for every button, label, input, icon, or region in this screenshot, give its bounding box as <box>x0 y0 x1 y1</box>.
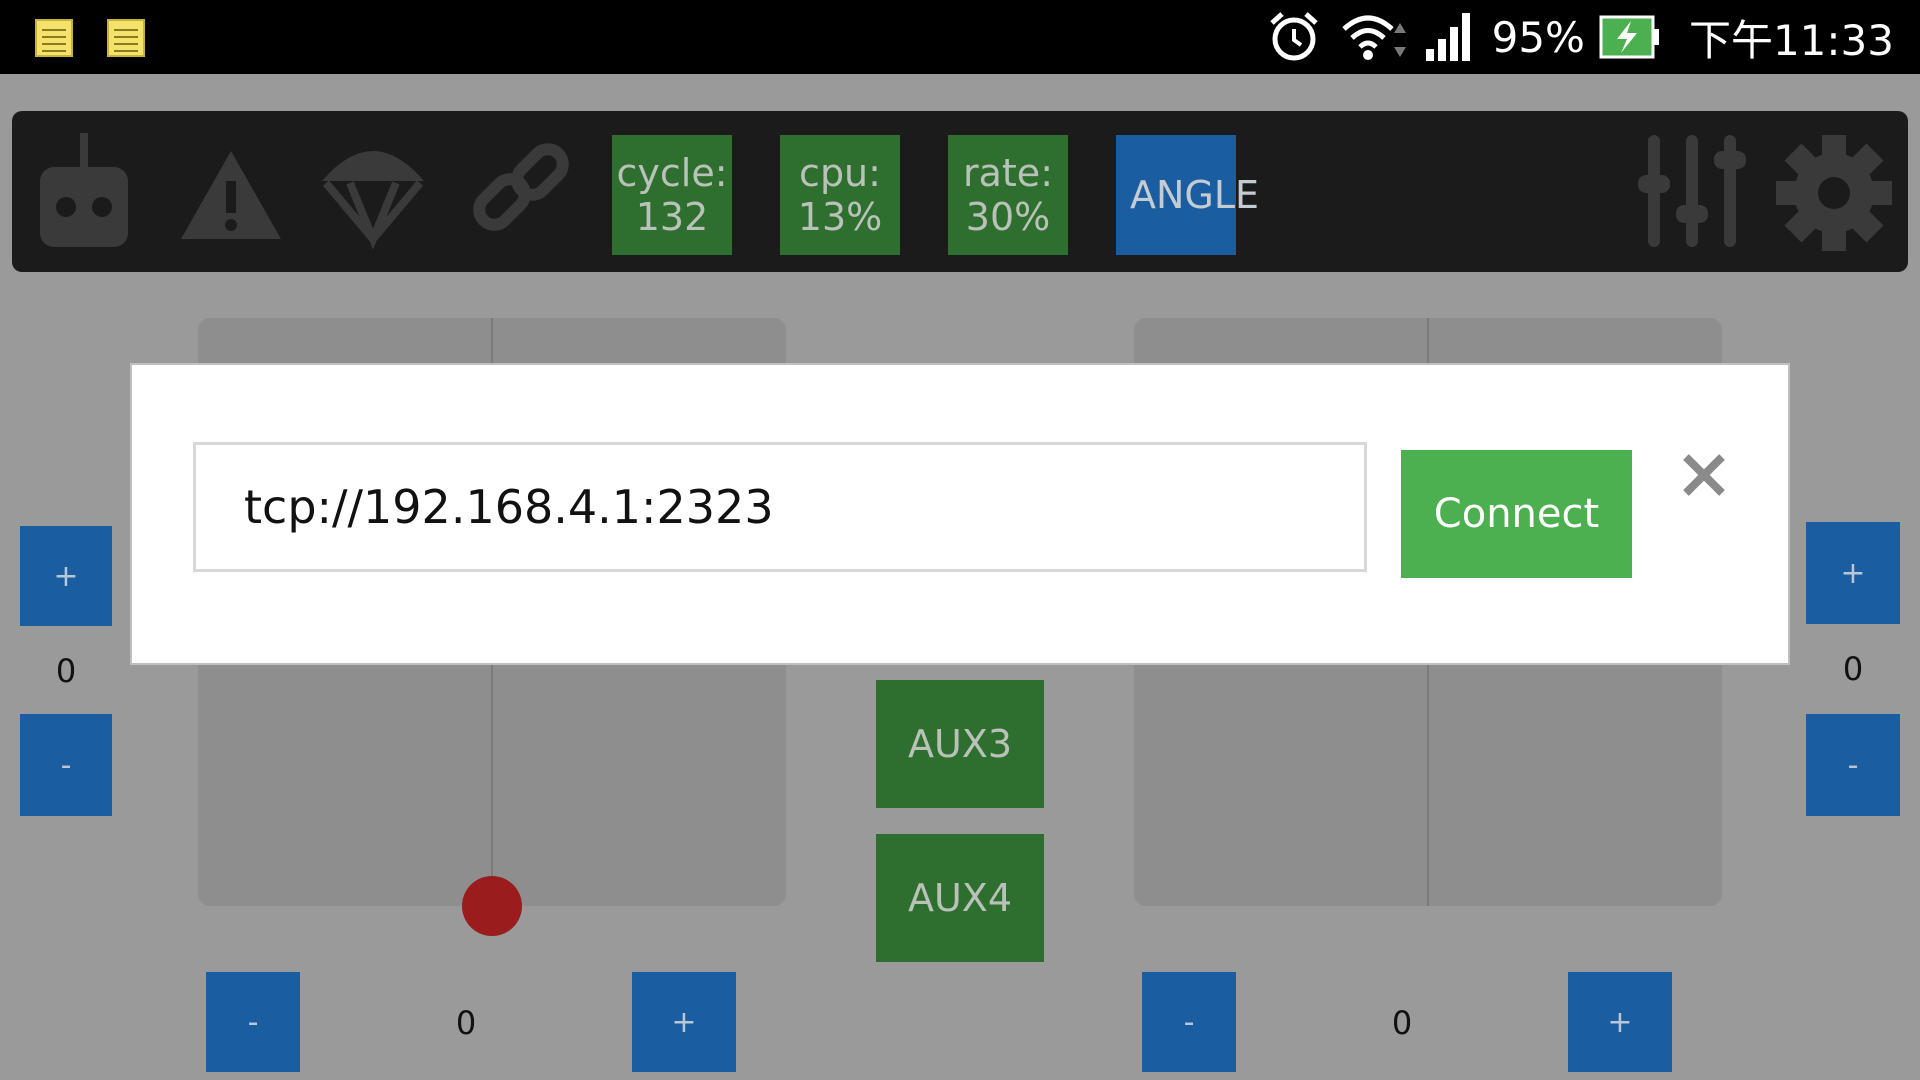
cpu-value: 13% <box>797 195 883 239</box>
bottom-right-plus-button[interactable]: + <box>1568 972 1672 1072</box>
cpu-stat: cpu: 13% <box>780 135 900 255</box>
clock: 下午11:33 <box>1688 15 1894 65</box>
status-bar: 95% 下午11:33 <box>0 0 1920 74</box>
cycle-value: 132 <box>635 195 709 239</box>
left-trim-minus-button[interactable]: - <box>20 714 112 816</box>
connect-button[interactable]: Connect <box>1401 450 1632 578</box>
connect-dialog: Connect <box>132 365 1788 663</box>
gear-icon[interactable] <box>1774 131 1894 255</box>
alarm-icon <box>1269 12 1318 61</box>
right-trim-plus-button[interactable]: + <box>1806 522 1900 624</box>
notes-icon <box>35 19 73 57</box>
cpu-label: cpu: <box>799 151 881 195</box>
signal-icon <box>1425 13 1470 61</box>
left-trim-value: 0 <box>55 652 77 690</box>
cycle-label: cycle: <box>616 151 728 195</box>
aux3-button[interactable]: AUX3 <box>876 680 1044 808</box>
aux4-button[interactable]: AUX4 <box>876 834 1044 962</box>
close-icon[interactable] <box>1680 451 1728 499</box>
rate-stat: rate: 30% <box>948 135 1068 255</box>
cycle-stat: cycle: 132 <box>612 135 732 255</box>
flight-mode-label: ANGLE <box>1130 173 1260 217</box>
connection-url-input[interactable] <box>193 442 1367 572</box>
right-trim-minus-button[interactable]: - <box>1806 714 1900 816</box>
left-joystick-knob[interactable] <box>462 876 522 936</box>
toolbar: cycle: 132 cpu: 13% rate: 30% ANGLE <box>12 111 1908 272</box>
sliders-icon[interactable] <box>1634 131 1754 255</box>
rate-value: 30% <box>965 195 1051 239</box>
bottom-left-plus-button[interactable]: + <box>632 972 736 1072</box>
right-trim-value: 0 <box>1842 650 1864 688</box>
notes-icon <box>107 19 145 57</box>
battery-percent: 95% <box>1491 12 1585 62</box>
bottom-left-minus-button[interactable]: - <box>206 972 300 1072</box>
remote-controller-icon[interactable] <box>34 131 134 251</box>
bottom-left-value: 0 <box>455 1004 477 1042</box>
bottom-right-minus-button[interactable]: - <box>1142 972 1236 1072</box>
wifi-icon <box>1341 15 1406 60</box>
flight-mode-badge[interactable]: ANGLE <box>1116 135 1259 255</box>
link-icon[interactable] <box>466 131 576 251</box>
rate-label: rate: <box>963 151 1053 195</box>
left-trim-plus-button[interactable]: + <box>20 526 112 626</box>
warning-icon[interactable] <box>176 131 286 251</box>
bottom-right-value: 0 <box>1391 1004 1413 1042</box>
battery-charging-icon <box>1599 15 1659 59</box>
parachute-icon[interactable] <box>318 131 428 251</box>
